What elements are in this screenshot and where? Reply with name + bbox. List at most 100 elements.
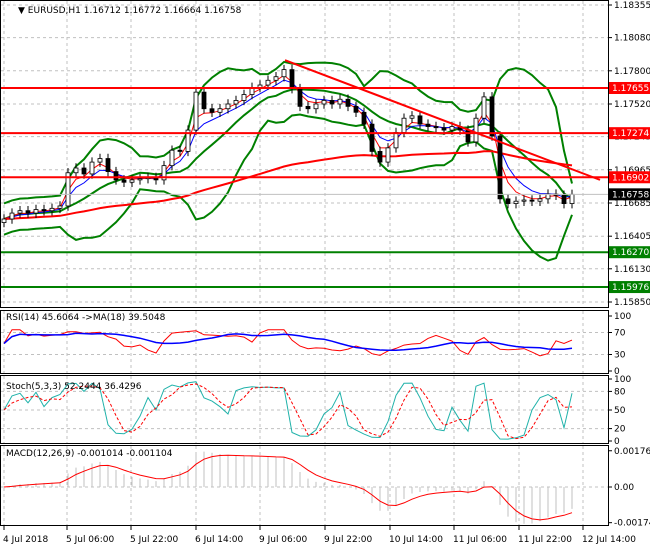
candle-body (385, 147, 391, 163)
candle-body (369, 123, 375, 152)
candle-body (233, 100, 239, 105)
candle-body (393, 132, 399, 149)
candle-body (49, 207, 55, 212)
open-value: 1.16712 (84, 6, 121, 16)
candle-body (537, 198, 543, 202)
candle-body (297, 88, 303, 107)
time-axis-label: 5 Jul 22:00 (130, 535, 179, 545)
macd-label: MACD(12,26,9) -0.001014 -0.001104 (6, 449, 173, 459)
price-scale-label: 1.15850 (614, 298, 650, 308)
candle-body (441, 127, 447, 131)
close-value: 1.16758 (204, 6, 241, 16)
price-scale-label: 1.18355 (614, 1, 650, 11)
candle-body (113, 171, 119, 181)
candle-body (561, 194, 567, 204)
collapse-triangle-icon: ▼ (18, 6, 28, 16)
trading-chart[interactable]: ▼ EURUSD,H1 1.16712 1.16772 1.16664 1.16… (0, 0, 650, 550)
candle-body (329, 100, 335, 105)
candle-body (353, 105, 359, 113)
indicator-scale-label: 0.001768 (614, 447, 650, 457)
candle-body (17, 210, 23, 214)
indicator-scale-label: 100 (614, 312, 631, 322)
candle-body (425, 123, 431, 127)
candle-body (89, 161, 95, 175)
candle-body (433, 126, 439, 129)
candle-body (105, 158, 111, 172)
indicator-scale-label: 100 (614, 375, 631, 385)
candle-body (361, 111, 367, 125)
indicator-scale-label: 0 (614, 437, 620, 447)
candle-body (129, 179, 135, 183)
low-value: 1.16664 (164, 6, 201, 16)
symbol-label: EURUSD,H1 (28, 6, 81, 16)
candle-body (97, 158, 103, 163)
time-axis-label: 5 Jul 06:00 (66, 535, 115, 545)
level-price-label: 1.15976 (612, 283, 649, 293)
candle-body (313, 103, 319, 110)
time-axis-label: 4 Jul 2018 (3, 535, 48, 545)
candle-body (209, 108, 215, 113)
candle-body (265, 79, 271, 86)
candle-body (321, 100, 327, 105)
indicator-scale-label: 70 (614, 329, 626, 339)
chart-header: ▼ EURUSD,H1 1.16712 1.16772 1.16664 1.16… (18, 6, 242, 16)
price-scale-label: 1.16685 (614, 199, 650, 209)
time-axis-label: 11 Jul 06:00 (453, 535, 507, 545)
candle-body (513, 200, 519, 204)
candle-body (337, 98, 343, 105)
candle-body (121, 179, 127, 183)
candle-body (177, 149, 183, 152)
candle-body (217, 108, 223, 113)
candle-body (569, 193, 575, 204)
price-scale-label: 1.17800 (614, 67, 650, 77)
price-scale-label: 1.18080 (614, 34, 650, 44)
indicator-scale-label: 80 (614, 387, 626, 397)
indicator-scale-label: 20 (614, 425, 626, 435)
candle-body (201, 91, 207, 110)
candle-body (81, 167, 87, 175)
candle-body (497, 135, 503, 200)
candle-body (345, 98, 351, 107)
candle-body (1, 218, 7, 223)
candle-body (417, 115, 423, 125)
level-price-label: 1.16902 (612, 173, 649, 183)
price-scale-label: 1.16130 (614, 265, 650, 275)
candle-body (273, 76, 279, 81)
price-scale-label: 1.17520 (614, 100, 650, 110)
current-price-label: 1.16758 (612, 190, 649, 200)
rsi-label: RSI(14) 45.6064 ->MA(18) 39.5048 (6, 313, 166, 323)
stoch-label: Stoch(5,3,3) 52.2444 36.4296 (6, 382, 142, 392)
candle-body (409, 115, 415, 119)
indicator-scale-label: 50 (614, 406, 626, 416)
time-axis-label: 12 Jul 14:00 (582, 535, 636, 545)
candle-body (25, 210, 31, 214)
candle-body (73, 167, 79, 174)
panel-frame (0, 0, 609, 308)
time-axis-label: 10 Jul 14:00 (389, 535, 443, 545)
level-price-label: 1.17274 (612, 129, 649, 139)
candle-body (529, 199, 535, 202)
candle-body (289, 69, 295, 89)
candle-body (401, 117, 407, 133)
candle-body (521, 199, 527, 202)
candle-body (57, 205, 63, 209)
candle-body (137, 178, 143, 181)
candle-body (41, 209, 47, 212)
level-price-label: 1.17655 (612, 84, 649, 94)
time-axis-label: 11 Jul 22:00 (518, 535, 572, 545)
candle-body (33, 209, 39, 214)
time-axis-label: 9 Jul 06:00 (259, 535, 308, 545)
candle-body (9, 212, 15, 220)
price-scale-label: 1.16405 (614, 232, 650, 242)
candle-body (169, 149, 175, 167)
candle-body (241, 94, 247, 101)
candle-body (473, 117, 479, 143)
candle-body (505, 198, 511, 204)
candle-body (225, 103, 231, 110)
candle-body (465, 129, 471, 143)
candle-body (377, 151, 383, 163)
candle-body (489, 96, 495, 137)
candle-body (281, 69, 287, 78)
time-axis-label: 6 Jul 14:00 (195, 535, 244, 545)
candle-body (193, 91, 199, 131)
